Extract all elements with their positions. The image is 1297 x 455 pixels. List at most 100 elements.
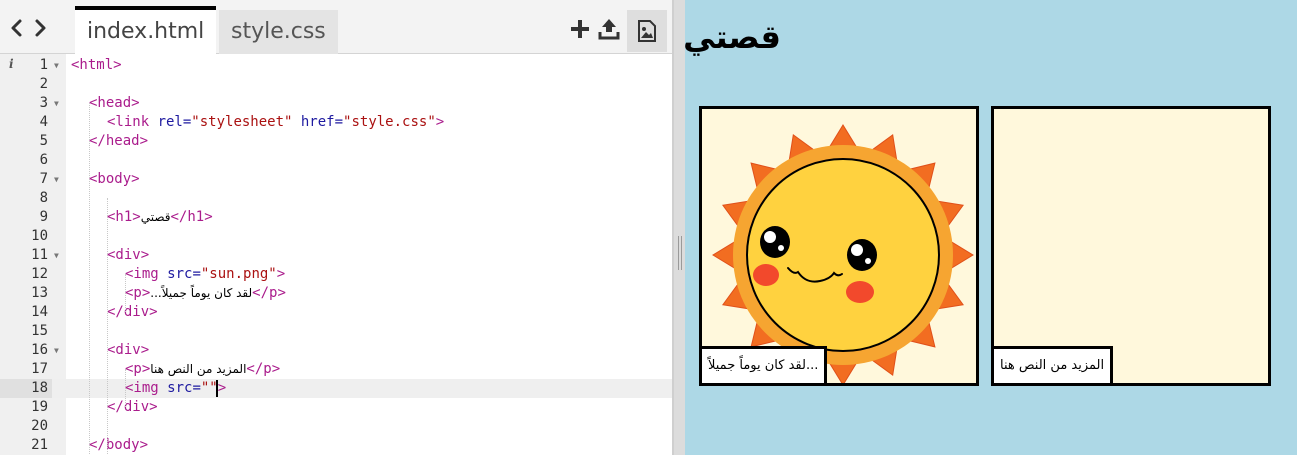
- line-source: </head>: [89, 132, 148, 151]
- code-token: قصتي: [140, 210, 171, 224]
- code-token: </body>: [89, 437, 149, 453]
- code-token: </h1>: [170, 209, 213, 225]
- code-line[interactable]: 19 </div>: [0, 398, 672, 417]
- code-token: href=: [292, 114, 344, 130]
- line-number: 5: [39, 133, 48, 149]
- code-area[interactable]: 1 ▼ <html> 2 3 ▼ <head> 4 <link rel="sty…: [0, 54, 672, 455]
- code-token: <body>: [89, 171, 140, 187]
- code-token: "stylesheet": [191, 114, 293, 130]
- line-number: 21: [31, 437, 48, 453]
- line-source: <link rel="stylesheet" href="style.css">: [107, 113, 444, 132]
- splitter-grip-icon: [678, 236, 682, 270]
- panel-caption: المزيد من النص هنا: [994, 346, 1114, 383]
- tab-style-css[interactable]: style.css: [219, 10, 338, 54]
- code-token: <p>: [125, 361, 151, 377]
- code-token: src=: [167, 380, 201, 396]
- code-token: </head>: [89, 133, 149, 149]
- add-file-icon[interactable]: [568, 17, 592, 41]
- code-line[interactable]: 13 <p>...لقد كان يوماً جميلاً</p>: [0, 284, 672, 303]
- line-source: </div>: [107, 303, 158, 322]
- code-line[interactable]: 11 ▼ <div>: [0, 246, 672, 265]
- code-line[interactable]: 6: [0, 151, 672, 170]
- image-icon: [638, 20, 656, 42]
- code-token: >: [217, 380, 227, 396]
- pane-splitter[interactable]: [673, 0, 685, 455]
- code-line[interactable]: 16 ▼ <div>: [0, 341, 672, 360]
- line-number: 13: [31, 285, 48, 301]
- line-source: <body>: [89, 170, 140, 189]
- code-line[interactable]: 7 ▼ <body>: [0, 170, 672, 189]
- code-line[interactable]: 15: [0, 322, 672, 341]
- line-number: 2: [39, 76, 48, 92]
- code-token: <h1>: [107, 209, 141, 225]
- sun-image: [712, 124, 974, 383]
- fold-arrow-icon[interactable]: ▼: [54, 170, 64, 189]
- fold-arrow-icon[interactable]: ▼: [54, 246, 64, 265]
- code-line[interactable]: 10: [0, 227, 672, 246]
- code-token: <html>: [71, 57, 122, 73]
- code-token: "style.css": [343, 114, 436, 130]
- line-number: 15: [31, 323, 48, 339]
- code-line[interactable]: 2: [0, 75, 672, 94]
- editor-toolbar: index.html style.css: [0, 0, 672, 54]
- code-token: </p>: [246, 361, 281, 377]
- indent-guide: [107, 198, 108, 454]
- line-number: 14: [31, 304, 48, 320]
- code-line[interactable]: 3 ▼ <head>: [0, 94, 672, 113]
- indent-guide: [125, 369, 126, 407]
- line-source: <img src="">: [125, 379, 226, 398]
- image-button[interactable]: [627, 10, 667, 52]
- forward-icon[interactable]: [29, 17, 51, 39]
- upload-icon[interactable]: [597, 17, 621, 41]
- story-panel: ...لقد كان يوماً جميلاً: [699, 106, 979, 386]
- line-source: <div>: [107, 246, 149, 265]
- code-token: ...لقد كان يوماً جميلاً: [150, 286, 253, 300]
- line-number: 16: [31, 342, 48, 358]
- code-token: "sun.png": [200, 266, 277, 282]
- code-line[interactable]: 8: [0, 189, 672, 208]
- code-token: rel=: [157, 114, 192, 130]
- code-line[interactable]: 18 <img src="">: [0, 379, 672, 398]
- code-editor: index.html style.css i 1 ▼ <html> 2 3 ▼ …: [0, 0, 673, 455]
- line-number: 19: [31, 399, 48, 415]
- line-number: 18: [0, 379, 52, 398]
- line-number: 3: [39, 95, 48, 111]
- code-token: </p>: [252, 285, 286, 301]
- line-number: 4: [39, 114, 48, 130]
- indent-guide: [89, 103, 90, 455]
- back-icon[interactable]: [6, 17, 28, 39]
- code-line[interactable]: 17 <p>المزيد من النص هنا</p>: [0, 360, 672, 379]
- code-line[interactable]: 4 <link rel="stylesheet" href="style.css…: [0, 113, 672, 132]
- text-caret: [216, 380, 218, 397]
- line-source: <div>: [107, 341, 149, 360]
- code-line[interactable]: 14 </div>: [0, 303, 672, 322]
- line-number: 10: [31, 228, 48, 244]
- fold-arrow-icon[interactable]: ▼: [54, 341, 64, 360]
- line-source: <img src="sun.png">: [125, 265, 285, 284]
- code-line[interactable]: 20: [0, 417, 672, 436]
- fold-arrow-icon[interactable]: ▼: [54, 56, 64, 75]
- line-source: <html>: [71, 56, 122, 75]
- preview-pane: قصتي ...لقد كان يوماً جميلاً المزيد من ا…: [685, 0, 1297, 455]
- line-number: 20: [31, 418, 48, 434]
- code-token: </div>: [107, 304, 158, 320]
- panel-caption: ...لقد كان يوماً جميلاً: [702, 346, 828, 383]
- code-token: <img: [125, 380, 168, 396]
- code-line[interactable]: 5 </head>: [0, 132, 672, 151]
- line-number: 1: [39, 57, 48, 73]
- code-line[interactable]: 9 <h1>قصتي</h1>: [0, 208, 672, 227]
- code-line[interactable]: 21 </body>: [0, 436, 672, 455]
- code-token: <div>: [107, 247, 150, 263]
- tab-index-html[interactable]: index.html: [75, 6, 217, 54]
- line-source: <h1>قصتي</h1>: [107, 208, 213, 227]
- line-source: </div>: [107, 398, 158, 417]
- code-token: <head>: [89, 95, 140, 111]
- line-number: 8: [39, 190, 48, 206]
- code-line[interactable]: 1 ▼ <html>: [0, 56, 672, 75]
- line-number: 9: [39, 209, 48, 225]
- code-token: <link: [107, 114, 158, 130]
- line-source: <p>...لقد كان يوماً جميلاً</p>: [125, 284, 286, 303]
- code-line[interactable]: 12 <img src="sun.png">: [0, 265, 672, 284]
- code-token: </div>: [107, 399, 158, 415]
- fold-arrow-icon[interactable]: ▼: [54, 94, 64, 113]
